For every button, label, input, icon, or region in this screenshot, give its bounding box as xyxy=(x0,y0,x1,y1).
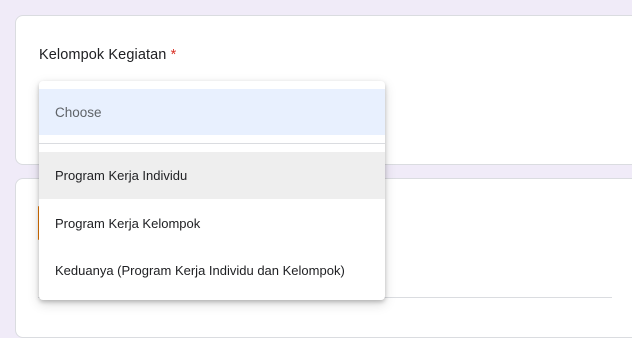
question-title: Kelompok Kegiatan * xyxy=(39,47,176,63)
dropdown-option-keduanya[interactable]: Keduanya (Program Kerja Individu dan Kel… xyxy=(39,247,385,293)
dropdown-option-label: Keduanya (Program Kerja Individu dan Kel… xyxy=(55,262,345,278)
dropdown-option-choose[interactable]: Choose xyxy=(39,89,385,135)
dropdown-option-program-kerja-kelompok[interactable]: Program Kerja Kelompok xyxy=(39,199,385,247)
dropdown-divider xyxy=(39,143,385,144)
question-title-text: Kelompok Kegiatan xyxy=(39,47,167,63)
dropdown-menu[interactable]: Choose Program Kerja Individu Program Ke… xyxy=(39,81,385,300)
dropdown-option-label: Program Kerja Kelompok xyxy=(55,215,201,231)
dropdown-option-label: Program Kerja Individu xyxy=(55,168,188,183)
required-asterisk: * xyxy=(170,47,177,63)
dropdown-option-label: Choose xyxy=(55,104,102,120)
dropdown-option-program-kerja-individu[interactable]: Program Kerja Individu xyxy=(39,152,385,199)
